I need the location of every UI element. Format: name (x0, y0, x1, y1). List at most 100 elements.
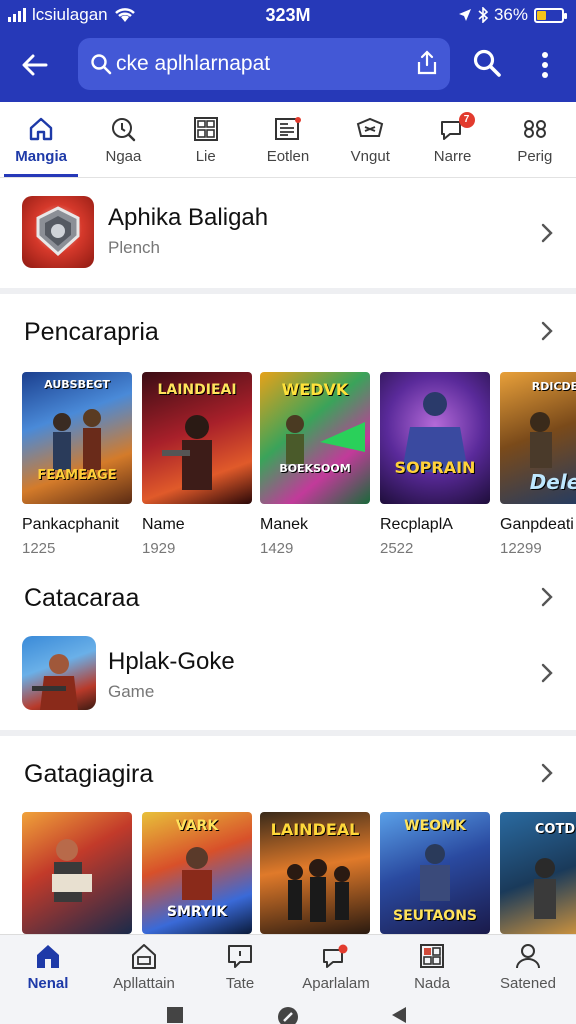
location-arrow-icon (458, 9, 471, 21)
game-card[interactable]: SOPRAIN RecplaplA 2522 (380, 372, 490, 557)
arrow-left-icon (22, 54, 48, 76)
nav-apllattain[interactable]: Apllattain (96, 935, 192, 1002)
links-icon (523, 120, 546, 138)
nav-label: Aparlalam (302, 975, 370, 992)
game-name: Ganpdeati (500, 516, 574, 533)
bluetooth-icon (478, 7, 488, 23)
nav-nada[interactable]: Nada (384, 935, 480, 1002)
chevron-right-icon (541, 223, 553, 243)
soldier-game-icon (22, 636, 96, 710)
app-list-item[interactable]: Hplak-Goke Game (0, 630, 576, 722)
game-count: 12299 (500, 540, 542, 557)
tab-label: Perig (517, 148, 553, 165)
game-card[interactable]: LAINDIEAI Name 1929 (142, 372, 252, 557)
bottom-navigation: Nenal Apllattain Tate Aparlalam Nada Sat… (0, 934, 576, 1002)
game-card[interactable]: WEDVK BOEKSOOM Manek 1429 (260, 372, 370, 557)
section-divider (0, 288, 576, 294)
game-name: Name (142, 516, 185, 533)
status-right: 36% (458, 5, 567, 25)
grid-icon (193, 117, 218, 141)
system-nav-bar (0, 1002, 576, 1024)
featured-app-title: Aphika Baligah (108, 204, 269, 231)
status-bar: lcsiulagan 323M 36% (0, 0, 576, 32)
chevron-right-icon[interactable] (540, 762, 554, 784)
game-card[interactable]: COTD (500, 812, 576, 934)
compass-icon (112, 118, 136, 142)
more-options-button[interactable] (534, 48, 556, 82)
tab-ngaa[interactable]: Ngaa (82, 102, 164, 177)
battery-percent: 36% (493, 5, 528, 24)
nav-tate[interactable]: Tate (192, 935, 288, 1002)
game-count: 1929 (142, 540, 176, 557)
share-icon[interactable] (416, 50, 438, 76)
section-title: Gatagiagira (24, 760, 154, 788)
battery-icon (534, 7, 567, 23)
tab-perig[interactable]: Perig (494, 102, 576, 177)
tab-vngut[interactable]: Vngut (329, 102, 411, 177)
featured-app-row[interactable]: Aphika Baligah Plench (0, 180, 576, 288)
back-button[interactable] (18, 48, 52, 82)
tab-mangia[interactable]: Mangia (0, 102, 82, 177)
section-title: Pencarapria (24, 318, 159, 346)
game-carousel[interactable]: VARK SMRYIK LAINDEAL WEOMK SEUTAONS COTD (0, 812, 576, 934)
battery-fill (537, 10, 546, 20)
nav-label: Satened (500, 975, 556, 992)
tab-label: Mangia (15, 148, 67, 165)
chevron-right-icon[interactable] (540, 586, 554, 608)
app-subtitle: Game (108, 682, 155, 701)
game-card[interactable]: VARK SMRYIK (142, 812, 252, 934)
game-card[interactable]: LAINDEAL (260, 812, 370, 934)
game-cover: COTD (500, 812, 576, 934)
recents-button[interactable] (166, 1006, 184, 1024)
game-name: RecplaplA (380, 516, 453, 533)
tab-eotlen[interactable]: Eotlen (247, 102, 329, 177)
section-title: Catacaraa (24, 584, 140, 612)
house-outline-icon (132, 944, 156, 969)
tab-lie[interactable]: Lie (165, 102, 247, 177)
game-cover: VARK SMRYIK (142, 812, 252, 934)
grid-apps-icon (420, 944, 444, 968)
news-icon (274, 117, 301, 140)
search-input[interactable] (116, 46, 406, 82)
game-card[interactable] (22, 812, 132, 934)
search-bar[interactable] (78, 38, 450, 90)
app-bar (0, 36, 576, 94)
game-carousel[interactable]: AUBSBEGT FEAMEAGE Pankacphanit 1225 LAIN… (0, 372, 576, 562)
game-count: 1225 (22, 540, 56, 557)
back-nav-button[interactable] (390, 1006, 408, 1024)
game-count: 1429 (260, 540, 294, 557)
game-count: 2522 (380, 540, 414, 557)
shield-game-icon (22, 196, 94, 268)
home-button[interactable] (277, 1006, 299, 1024)
nav-nenal[interactable]: Nenal (0, 935, 96, 1002)
search-icon (473, 49, 501, 77)
game-cover (22, 812, 132, 934)
tab-narre[interactable]: 7 Narre (411, 102, 493, 177)
nav-label: Nenal (27, 975, 69, 992)
tab-label: Eotlen (266, 148, 310, 165)
game-card[interactable]: WEOMK SEUTAONS (380, 812, 490, 934)
game-cover: RDICDE Dele (500, 372, 576, 504)
game-cover: LAINDIEAI (142, 372, 252, 504)
chat-notify-icon (323, 944, 348, 968)
tab-label: Ngaa (105, 148, 142, 165)
game-cover: SOPRAIN (380, 372, 490, 504)
nav-label: Tate (225, 975, 255, 992)
game-card[interactable]: AUBSBEGT FEAMEAGE Pankacphanit 1225 (22, 372, 132, 557)
chevron-right-icon (541, 663, 553, 683)
section-divider (0, 730, 576, 736)
top-app-header: lcsiulagan 323M 36% (0, 0, 576, 102)
game-name: Manek (260, 516, 309, 533)
nav-aparlalam[interactable]: Aparlalam (288, 935, 384, 1002)
app-title: Hplak-Goke (108, 648, 235, 675)
game-card[interactable]: RDICDE Dele Ganpdeati 12299 (500, 372, 576, 557)
nav-satened[interactable]: Satened (480, 935, 576, 1002)
home-icon (37, 945, 59, 968)
tab-label: Lie (195, 148, 216, 165)
tag-icon (357, 117, 384, 137)
user-icon (516, 944, 540, 969)
game-cover: AUBSBEGT FEAMEAGE (22, 372, 132, 504)
search-button[interactable] (472, 48, 502, 83)
game-cover: WEDVK BOEKSOOM (260, 372, 370, 504)
chevron-right-icon[interactable] (540, 320, 554, 342)
